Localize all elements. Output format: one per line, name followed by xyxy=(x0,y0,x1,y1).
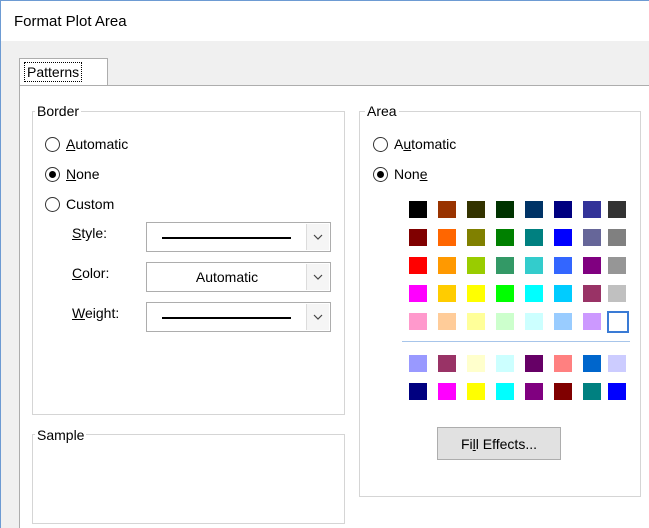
color-swatch[interactable] xyxy=(496,383,514,400)
color-swatch[interactable] xyxy=(438,355,456,372)
window-title: Format Plot Area xyxy=(14,13,127,30)
color-label: Color: xyxy=(72,265,110,281)
color-swatch[interactable] xyxy=(608,355,626,372)
radio-circle-selected xyxy=(45,166,60,182)
radio-label: Automatic xyxy=(66,136,129,152)
color-swatch[interactable] xyxy=(608,229,626,246)
sample-group xyxy=(32,434,345,524)
chevron-down-icon[interactable] xyxy=(306,264,329,290)
color-swatch[interactable] xyxy=(496,229,514,246)
color-swatch[interactable] xyxy=(409,313,427,330)
area-group-label: Area xyxy=(365,103,399,119)
radio-label: Custom xyxy=(66,196,115,212)
border-custom-radio[interactable]: Custom xyxy=(45,194,114,214)
color-swatch[interactable] xyxy=(409,201,427,218)
title-bar[interactable]: Format Plot Area xyxy=(1,1,649,41)
color-swatch[interactable] xyxy=(608,257,626,274)
color-swatch[interactable] xyxy=(583,355,601,372)
color-swatch[interactable] xyxy=(496,355,514,372)
radio-circle xyxy=(373,136,388,152)
color-dropdown-value: Automatic xyxy=(195,269,259,285)
color-swatch[interactable] xyxy=(467,383,485,400)
color-swatch[interactable] xyxy=(525,383,543,400)
color-swatch[interactable] xyxy=(467,201,485,218)
color-swatch[interactable] xyxy=(409,257,427,274)
color-swatch[interactable] xyxy=(525,257,543,274)
chevron-down-icon[interactable] xyxy=(306,304,329,330)
color-swatch[interactable] xyxy=(438,229,456,246)
color-swatch[interactable] xyxy=(583,201,601,218)
color-swatch[interactable] xyxy=(554,257,572,274)
color-swatch[interactable] xyxy=(409,229,427,246)
color-swatch[interactable] xyxy=(438,313,456,330)
tab-patterns-label: Patterns xyxy=(23,62,83,82)
color-swatch[interactable] xyxy=(525,355,543,372)
fill-effects-label: Fill Effects... xyxy=(460,435,537,452)
border-group-label: Border xyxy=(35,103,82,119)
color-swatch[interactable] xyxy=(554,285,572,302)
color-swatch[interactable] xyxy=(583,383,601,400)
color-swatch[interactable] xyxy=(583,285,601,302)
radio-label: None xyxy=(66,166,100,182)
color-swatch[interactable] xyxy=(409,355,427,372)
color-swatch[interactable] xyxy=(496,257,514,274)
color-swatch[interactable] xyxy=(525,313,543,330)
color-swatch[interactable] xyxy=(608,285,626,302)
style-dropdown[interactable] xyxy=(146,222,331,252)
palette-separator xyxy=(402,341,630,342)
line-weight-preview xyxy=(162,317,291,319)
radio-circle xyxy=(45,196,60,212)
color-swatch[interactable] xyxy=(525,229,543,246)
color-swatch[interactable] xyxy=(554,313,572,330)
color-swatch[interactable] xyxy=(496,201,514,218)
color-swatch[interactable] xyxy=(554,229,572,246)
color-swatch[interactable] xyxy=(467,313,485,330)
radio-label: Automatic xyxy=(394,136,457,152)
color-swatch[interactable] xyxy=(438,285,456,302)
style-label: Style: xyxy=(72,225,108,241)
line-style-preview xyxy=(162,237,291,239)
color-swatch[interactable] xyxy=(525,285,543,302)
weight-label: Weight: xyxy=(72,305,120,321)
color-swatch[interactable] xyxy=(496,285,514,302)
area-automatic-radio[interactable]: Automatic xyxy=(373,134,456,154)
color-dropdown[interactable]: Automatic xyxy=(146,262,331,292)
border-automatic-radio[interactable]: Automatic xyxy=(45,134,128,154)
color-swatch[interactable] xyxy=(554,201,572,218)
color-swatch[interactable] xyxy=(583,257,601,274)
color-swatch[interactable] xyxy=(608,383,626,400)
area-none-radio[interactable]: None xyxy=(373,164,427,184)
tab-patterns[interactable]: Patterns xyxy=(19,58,108,86)
color-swatch[interactable] xyxy=(467,285,485,302)
radio-label: None xyxy=(394,166,428,182)
color-swatch[interactable] xyxy=(438,201,456,218)
color-swatch[interactable] xyxy=(583,229,601,246)
color-swatch[interactable] xyxy=(608,201,626,218)
color-swatch[interactable] xyxy=(554,383,572,400)
color-swatch[interactable] xyxy=(409,285,427,302)
color-swatch[interactable] xyxy=(438,257,456,274)
color-swatch[interactable] xyxy=(607,311,629,333)
color-swatch[interactable] xyxy=(583,313,601,330)
color-swatch[interactable] xyxy=(467,355,485,372)
color-swatch[interactable] xyxy=(467,257,485,274)
weight-dropdown[interactable] xyxy=(146,302,331,332)
color-swatch[interactable] xyxy=(554,355,572,372)
color-swatch[interactable] xyxy=(438,383,456,400)
radio-circle xyxy=(45,136,60,152)
sample-group-label: Sample xyxy=(35,427,87,443)
border-none-radio[interactable]: None xyxy=(45,164,99,184)
color-swatch[interactable] xyxy=(409,383,427,400)
chevron-down-icon[interactable] xyxy=(306,224,329,250)
color-swatch[interactable] xyxy=(525,201,543,218)
color-swatch[interactable] xyxy=(467,229,485,246)
color-swatch[interactable] xyxy=(496,313,514,330)
radio-circle-selected xyxy=(373,166,388,182)
fill-effects-button[interactable]: Fill Effects... xyxy=(437,427,561,460)
